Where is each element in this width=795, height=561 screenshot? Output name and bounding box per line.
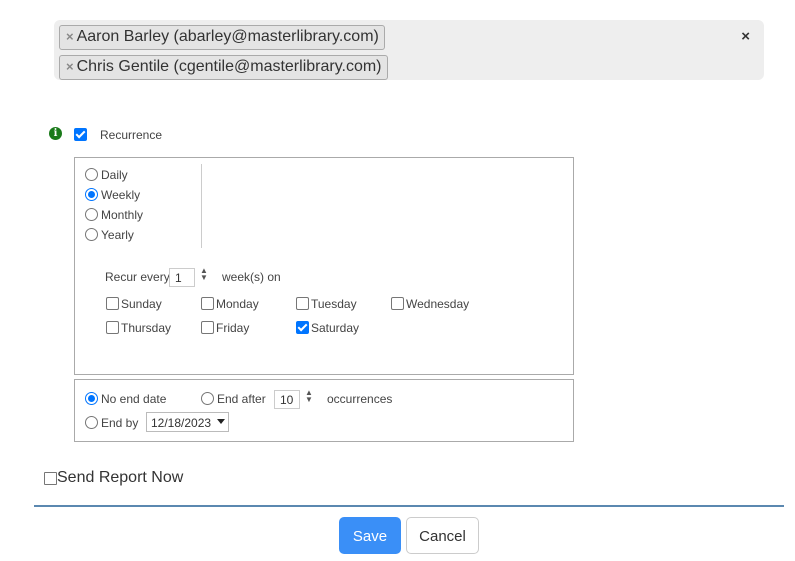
day-label: Monday: [216, 297, 259, 311]
info-icon[interactable]: i: [49, 127, 62, 140]
recipient-label: Aaron Barley (abarley@masterlibrary.com): [76, 28, 379, 45]
end-after-radio[interactable]: [201, 392, 214, 405]
remove-recipient-icon[interactable]: ×: [66, 29, 74, 44]
frequency-label: Monthly: [101, 208, 144, 222]
clear-all-icon[interactable]: ×: [741, 28, 750, 45]
recipient-tag: × Chris Gentile (cgentile@masterlibrary.c…: [59, 55, 388, 80]
recur-every-stepper[interactable]: ▲ ▼: [200, 267, 208, 282]
recurrence-checkbox[interactable]: [74, 128, 87, 141]
occurrences-label: occurrences: [327, 392, 393, 406]
cancel-button[interactable]: Cancel: [406, 517, 479, 554]
day-checkbox-wednesday[interactable]: [391, 297, 404, 310]
day-checkbox-monday[interactable]: [201, 297, 214, 310]
remove-recipient-icon[interactable]: ×: [66, 59, 74, 74]
end-by-radio[interactable]: [85, 416, 98, 429]
occurrences-stepper[interactable]: ▲ ▼: [305, 389, 313, 404]
end-by-date-value: 12/18/2023: [151, 416, 212, 430]
frequency-label: Weekly: [101, 188, 141, 202]
end-after-label: End after: [217, 392, 266, 406]
day-label: Friday: [216, 321, 250, 335]
day-checkbox-saturday[interactable]: [296, 321, 309, 334]
recipients-field[interactable]: × Aaron Barley (abarley@masterlibrary.com…: [54, 20, 764, 80]
recur-every-input[interactable]: 1: [169, 268, 195, 287]
end-by-date-select[interactable]: 12/18/2023: [146, 412, 229, 432]
recipient-tag: × Aaron Barley (abarley@masterlibrary.com…: [59, 25, 385, 50]
frequency-radio-yearly[interactable]: [85, 228, 98, 241]
day-checkbox-thursday[interactable]: [106, 321, 119, 334]
send-report-now-checkbox[interactable]: [44, 472, 57, 485]
save-button[interactable]: Save: [339, 517, 401, 554]
day-label: Saturday: [311, 321, 360, 335]
no-end-date-radio[interactable]: [85, 392, 98, 405]
day-checkbox-friday[interactable]: [201, 321, 214, 334]
no-end-date-label: No end date: [101, 392, 167, 406]
day-label: Thursday: [121, 321, 172, 335]
day-label: Sunday: [121, 297, 162, 311]
recipient-label: Chris Gentile (cgentile@masterlibrary.co…: [76, 58, 382, 75]
recurrence-range-box: No end date End after 10 ▲ ▼ occurrences …: [74, 379, 574, 442]
recurrence-label: Recurrence: [100, 128, 163, 142]
occurrences-input[interactable]: 10: [274, 390, 300, 409]
frequency-label: Daily: [101, 168, 128, 182]
day-label: Tuesday: [311, 297, 357, 311]
frequency-radio-daily[interactable]: [85, 168, 98, 181]
frequency-radio-weekly[interactable]: [85, 188, 98, 201]
recurrence-pattern-box: Daily Weekly Monthly Yearly Recur every …: [74, 157, 574, 375]
end-by-label: End by: [101, 416, 139, 430]
send-report-now-label: Send Report Now: [57, 469, 184, 486]
frequency-radio-monthly[interactable]: [85, 208, 98, 221]
day-checkbox-tuesday[interactable]: [296, 297, 309, 310]
frequency-divider: [201, 164, 202, 248]
recur-unit-label: week(s) on: [222, 270, 281, 284]
caret-down-icon: [217, 419, 225, 424]
footer-divider: [34, 505, 784, 507]
recur-every-label: Recur every: [105, 270, 170, 284]
day-checkbox-sunday[interactable]: [106, 297, 119, 310]
frequency-label: Yearly: [101, 228, 134, 242]
day-label: Wednesday: [406, 297, 470, 311]
